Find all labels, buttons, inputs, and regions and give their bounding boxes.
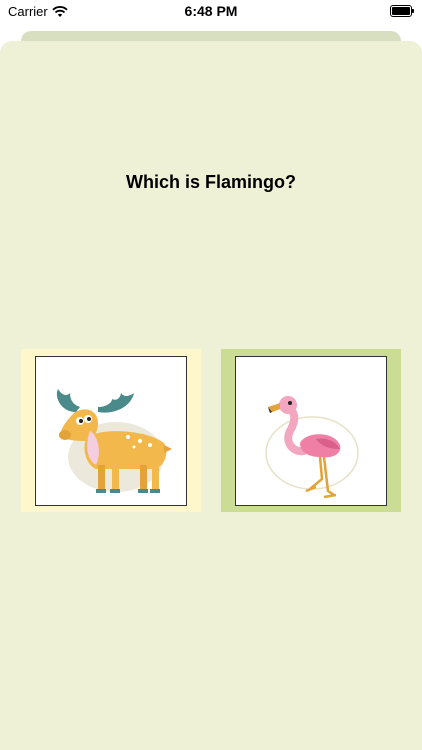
answer-card-flamingo[interactable]	[221, 349, 401, 512]
moose-image-frame	[35, 356, 187, 506]
question-title: Which is Flamingo?	[126, 172, 296, 192]
flamingo-image-frame	[235, 356, 387, 506]
status-bar: Carrier 6:48 PM	[0, 0, 422, 22]
answer-card-moose[interactable]	[21, 349, 201, 512]
flamingo-illustration	[265, 396, 359, 499]
clock: 6:48 PM	[184, 3, 238, 19]
moose-illustration	[56, 389, 172, 493]
battery-icon	[390, 5, 414, 17]
